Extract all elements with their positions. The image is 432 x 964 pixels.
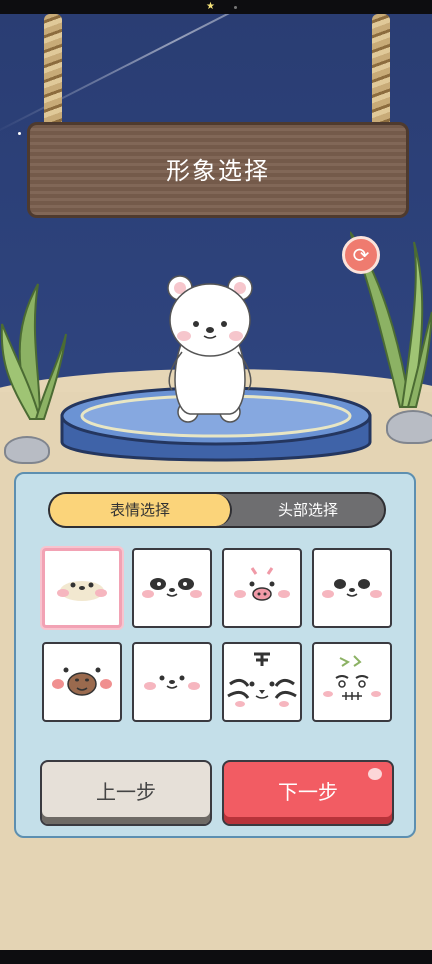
seal-white-face-icon [144, 675, 200, 690]
face-option-tiger[interactable] [222, 642, 302, 722]
status-bar-bottom [0, 950, 432, 964]
face-option-panda[interactable] [132, 548, 212, 628]
status-bar-top: ★ [0, 0, 432, 14]
panda-small-face-icon [322, 579, 382, 598]
panda-face-icon [142, 578, 202, 598]
rock [386, 410, 432, 444]
status-star-icon: ★ [206, 1, 215, 12]
star [18, 132, 21, 135]
polar-bear-character [167, 275, 253, 423]
tiger-face-icon [227, 652, 297, 707]
tab-head[interactable]: 头部选择 [232, 494, 384, 526]
previous-step-button[interactable]: 上一步 [40, 760, 212, 826]
page-title: 形象选择 [166, 157, 270, 185]
selection-panel: 表情选择 头部选择 上一步 下一步 [14, 472, 416, 838]
previous-step-label: 上一步 [96, 780, 156, 804]
refresh-icon: ⟳ [352, 243, 370, 267]
rock [4, 436, 50, 464]
tab-bar: 表情选择 头部选择 [48, 492, 386, 528]
status-dot [234, 6, 237, 9]
face-option-zombie[interactable] [312, 642, 392, 722]
zombie-face-icon [323, 655, 381, 700]
face-option-capybara[interactable] [42, 642, 122, 722]
face-option-panda-small[interactable] [312, 548, 392, 628]
next-step-button[interactable]: 下一步 [222, 760, 394, 826]
capybara-face-icon [52, 667, 112, 696]
tab-expression[interactable]: 表情选择 [50, 494, 232, 526]
next-step-label: 下一步 [278, 780, 338, 804]
pig-face-icon [234, 567, 290, 601]
face-option-seal-white[interactable] [132, 642, 212, 722]
face-option-pig[interactable] [222, 548, 302, 628]
game-scene: 形象选择 ⟳ 表情选择 头部选择 上一步 下一步 [0, 14, 432, 950]
face-option-seal-beige[interactable] [42, 548, 122, 628]
refresh-button[interactable]: ⟳ [342, 236, 380, 274]
title-sign: 形象选择 [27, 122, 409, 218]
button-shine [368, 768, 382, 780]
seal-face-icon [57, 581, 107, 601]
